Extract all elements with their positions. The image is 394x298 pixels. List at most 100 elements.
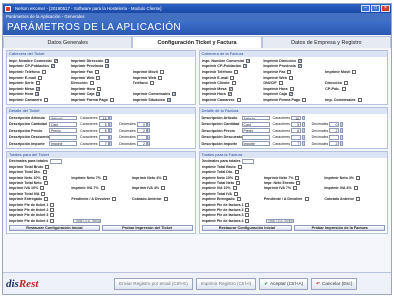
checkbox[interactable]: ✔ [227,92,232,97]
checkbox[interactable] [357,97,362,102]
checkbox[interactable] [112,197,117,202]
decimals-spinner[interactable] [147,128,151,134]
checkbox[interactable] [231,81,236,86]
checkbox[interactable]: ✔ [243,64,248,69]
chars-input[interactable]: 7 [291,141,302,146]
checkbox[interactable] [295,175,300,180]
decimals-spinner[interactable] [339,128,343,134]
decimals-select[interactable] [242,159,255,164]
chars-input[interactable]: 6 [291,128,302,133]
test-print-button[interactable]: Probar Impresión del Ticket [101,225,193,232]
header-option[interactable]: Imprimir Camarero [202,97,262,103]
checkbox[interactable]: ✔ [288,92,293,97]
checkbox[interactable] [50,218,55,223]
tab-0[interactable]: Datos Generales [3,36,133,48]
description-input[interactable]: Artículo [49,115,77,121]
checkbox[interactable] [94,69,99,74]
checkbox[interactable] [102,175,107,180]
checkbox[interactable] [296,180,301,185]
checkbox[interactable] [233,191,238,196]
checkbox[interactable] [293,186,298,191]
header-option[interactable]: Imp. Comensales [325,97,385,103]
checkbox[interactable]: ✔ [105,64,110,69]
chars-spinner[interactable] [109,134,113,140]
decimals-input[interactable]: 2 [136,128,147,133]
checkbox[interactable]: ✔ [50,64,55,69]
checkbox[interactable] [50,207,55,212]
checkbox[interactable] [353,186,358,191]
footer-text-input[interactable]: Total I.V.A. Incluido [265,218,294,223]
restore-config-button[interactable]: Restaurar Configuración Inicial [9,225,100,232]
checkbox[interactable]: ✔ [36,86,41,91]
checkbox[interactable] [232,186,237,191]
decimals-spinner[interactable] [339,134,343,140]
chars-spinner[interactable] [301,134,305,140]
checkbox[interactable] [37,75,42,80]
checkbox[interactable]: ✔ [297,58,302,63]
checkbox[interactable] [235,170,240,175]
checkbox[interactable] [355,175,360,180]
decimals-spinner[interactable] [147,121,151,127]
checkbox[interactable] [245,213,250,218]
decimals-spinner[interactable] [339,121,343,127]
description-input[interactable]: Cant [241,121,270,127]
description-input[interactable] [241,134,270,140]
checkbox[interactable] [50,213,55,218]
header-option[interactable]: Imprimir Situación ✔ [133,97,193,103]
chars-input[interactable] [98,134,109,140]
header-option[interactable]: Imprimir Forma Pago [263,97,323,103]
checkbox[interactable] [352,69,357,74]
checkbox[interactable]: ✔ [53,58,58,63]
checkbox[interactable] [40,186,45,191]
checkbox[interactable] [245,218,250,223]
checkbox[interactable]: ✔ [105,58,110,63]
decimals-select[interactable] [49,159,62,164]
chars-spinner[interactable] [109,141,113,146]
chars-input[interactable]: 5 [291,121,302,127]
restore-config-button[interactable]: Restaurar Configuración Inicial [201,225,293,232]
checkbox[interactable] [304,197,309,202]
checkbox[interactable] [278,81,283,86]
checkbox[interactable] [158,75,163,80]
decimals-input[interactable]: 0 [136,121,147,127]
checkbox[interactable] [236,97,241,102]
chars-spinner[interactable] [109,121,113,127]
close-button[interactable]: × [381,5,390,12]
decimals-input[interactable]: 2 [136,141,147,146]
checkbox[interactable] [288,75,293,80]
checkbox[interactable] [45,164,50,169]
checkbox[interactable] [100,186,105,191]
description-input[interactable]: Cant [49,121,77,127]
checkbox[interactable] [356,197,361,202]
print-register-button[interactable]: Imprimir Registro (Ctrl+I) [195,277,257,290]
checkbox[interactable] [109,97,114,102]
checkbox[interactable] [97,86,102,91]
decimals-input[interactable] [136,134,147,140]
checkbox[interactable] [245,202,250,207]
description-input[interactable]: Precio [241,128,270,134]
checkbox[interactable] [42,175,47,180]
checkbox[interactable] [343,81,348,86]
checkbox[interactable] [235,175,240,180]
header-option[interactable]: Imprimir Forma Pago [71,97,131,103]
checkbox[interactable]: ✔ [172,92,177,97]
checkbox[interactable] [44,97,48,102]
checkbox[interactable] [341,86,346,91]
checkbox[interactable] [230,75,235,80]
chars-spinner[interactable] [301,115,305,121]
checkbox[interactable] [96,75,101,80]
checkbox[interactable] [234,69,239,74]
decimals-spinner[interactable] [147,141,151,146]
footer-text-input[interactable]: Total I.V.A. Incluido [73,218,102,223]
test-print-button[interactable]: Probar Impresión de la Factura [294,225,385,232]
checkbox[interactable] [44,197,49,202]
checkbox[interactable] [245,207,250,212]
chars-spinner[interactable] [109,128,113,134]
checkbox[interactable] [302,97,307,102]
chars-input[interactable]: 15 [98,115,109,120]
chars-input[interactable]: 15 [291,115,302,120]
header-option[interactable]: Imprimir Camarero [9,97,69,103]
decimals-spinner[interactable] [339,141,343,146]
maximize-button[interactable]: □ [371,5,380,12]
tab-1[interactable]: Configuración Ticket y Factura [132,36,262,48]
